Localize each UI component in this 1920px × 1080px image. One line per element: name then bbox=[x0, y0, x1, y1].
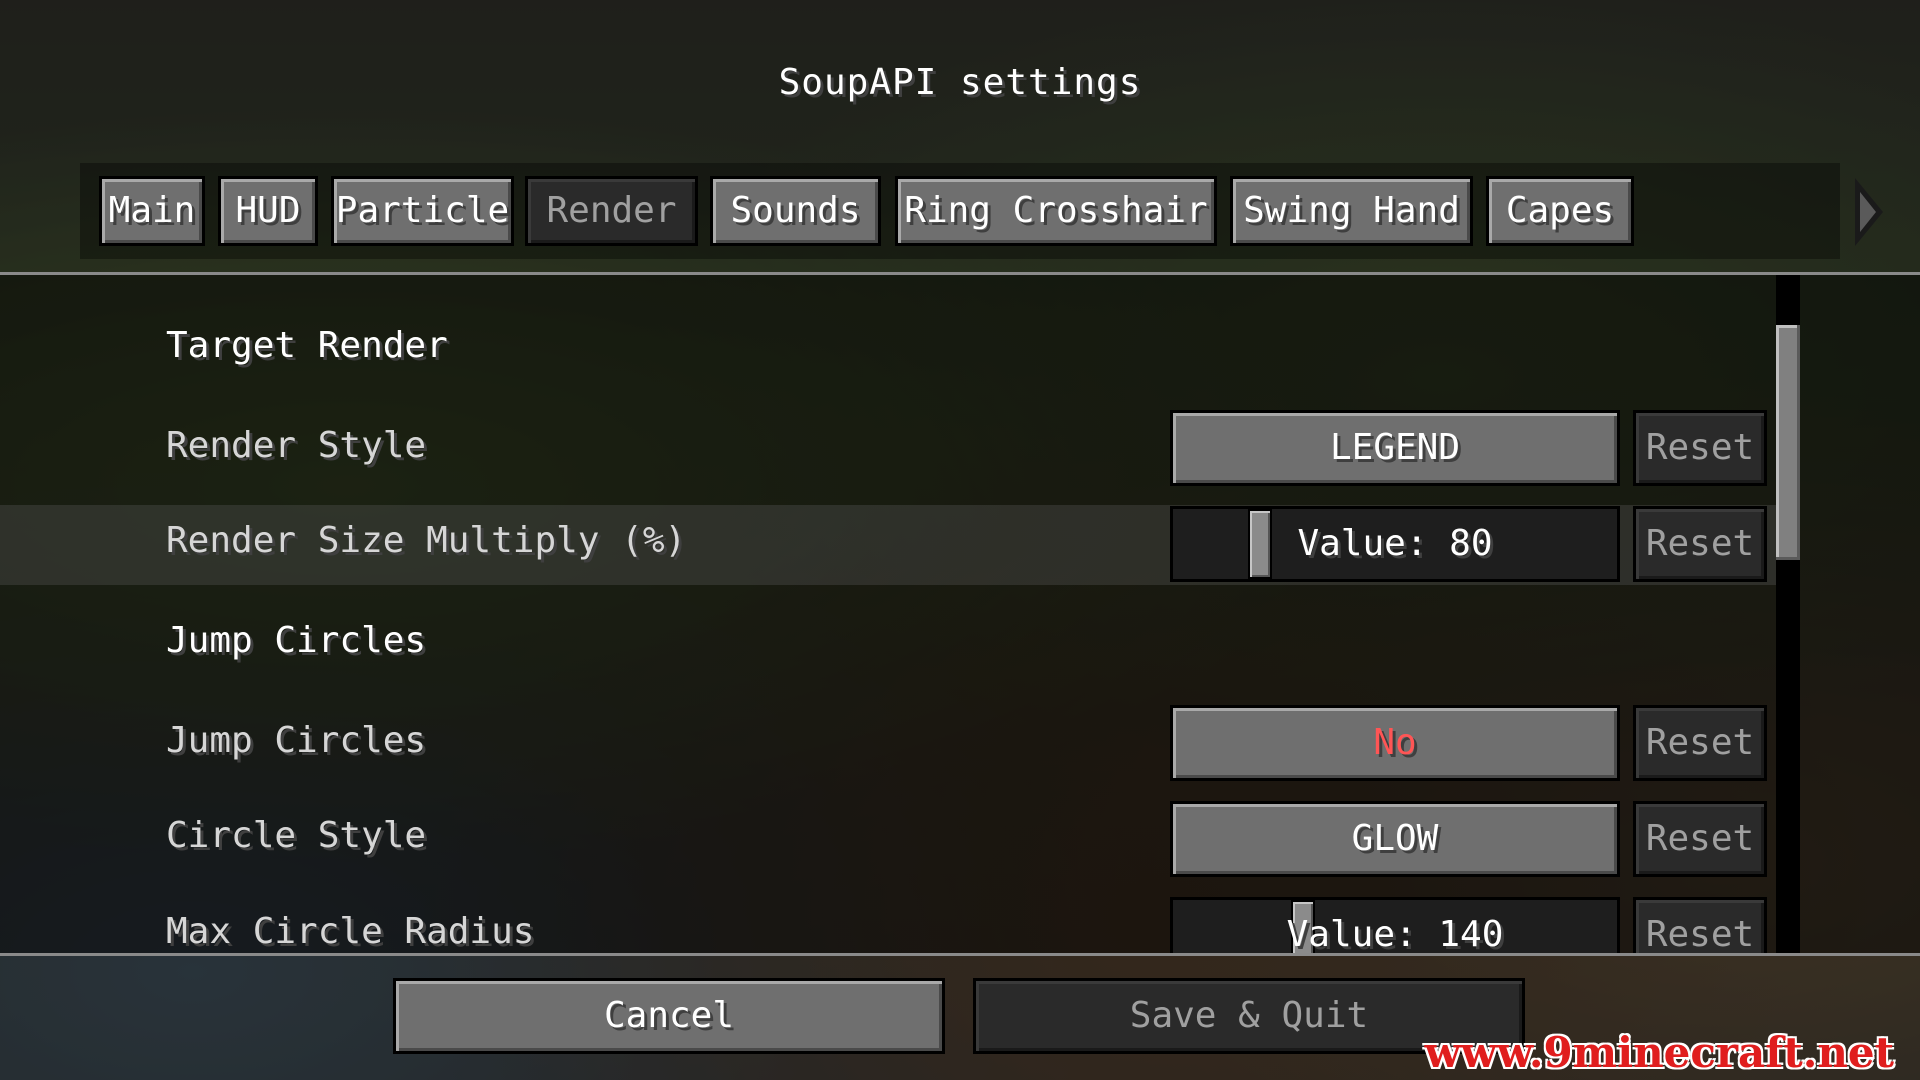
tab-render[interactable]: Render bbox=[525, 176, 698, 246]
max-circle-radius-slider[interactable]: Value: 140 bbox=[1170, 897, 1620, 953]
render-size-label: Render Size Multiply (%) bbox=[166, 520, 687, 561]
tab-swing-hand[interactable]: Swing Hand bbox=[1230, 176, 1473, 246]
tab-particle[interactable]: Particle bbox=[331, 176, 514, 246]
render-style-label: Render Style bbox=[166, 425, 427, 466]
screen-title: SoupAPI settings bbox=[778, 62, 1142, 103]
tab-capes[interactable]: Capes bbox=[1486, 176, 1634, 246]
render-style-button[interactable]: LEGEND bbox=[1170, 410, 1620, 486]
settings-list[interactable]: Target Render Render Style LEGEND Reset … bbox=[0, 275, 1920, 953]
tab-next-arrow-highlight bbox=[1860, 192, 1876, 232]
footer-divider bbox=[0, 953, 1920, 956]
render-size-slider[interactable]: Value: 80 bbox=[1170, 506, 1620, 582]
watermark: www.9minecraft.net bbox=[1424, 1028, 1894, 1077]
render-size-reset-button[interactable]: Reset bbox=[1633, 506, 1767, 582]
slider-handle[interactable] bbox=[1248, 509, 1272, 579]
jump-circles-toggle-button[interactable]: No bbox=[1170, 705, 1620, 781]
section-title-jump-circles: Jump Circles bbox=[166, 620, 427, 661]
circle-style-label: Circle Style bbox=[166, 815, 427, 856]
max-circle-radius-label: Max Circle Radius bbox=[166, 911, 535, 952]
jump-circles-reset-button[interactable]: Reset bbox=[1633, 705, 1767, 781]
cancel-button[interactable]: Cancel bbox=[393, 978, 945, 1054]
circle-style-reset-button[interactable]: Reset bbox=[1633, 801, 1767, 877]
max-circle-radius-value: Value: 140 bbox=[1286, 914, 1504, 953]
tab-ring-crosshair[interactable]: Ring Crosshair bbox=[895, 176, 1217, 246]
render-size-value: Value: 80 bbox=[1297, 523, 1493, 564]
scrollbar-thumb[interactable] bbox=[1776, 325, 1800, 560]
jump-circles-label: Jump Circles bbox=[166, 720, 427, 761]
max-circle-radius-reset-button[interactable]: Reset bbox=[1633, 897, 1767, 953]
circle-style-button[interactable]: GLOW bbox=[1170, 801, 1620, 877]
render-style-reset-button[interactable]: Reset bbox=[1633, 410, 1767, 486]
tab-sounds[interactable]: Sounds bbox=[710, 176, 881, 246]
section-title-target-render: Target Render bbox=[166, 325, 448, 366]
tab-main[interactable]: Main bbox=[99, 176, 205, 246]
tab-hud[interactable]: HUD bbox=[218, 176, 318, 246]
